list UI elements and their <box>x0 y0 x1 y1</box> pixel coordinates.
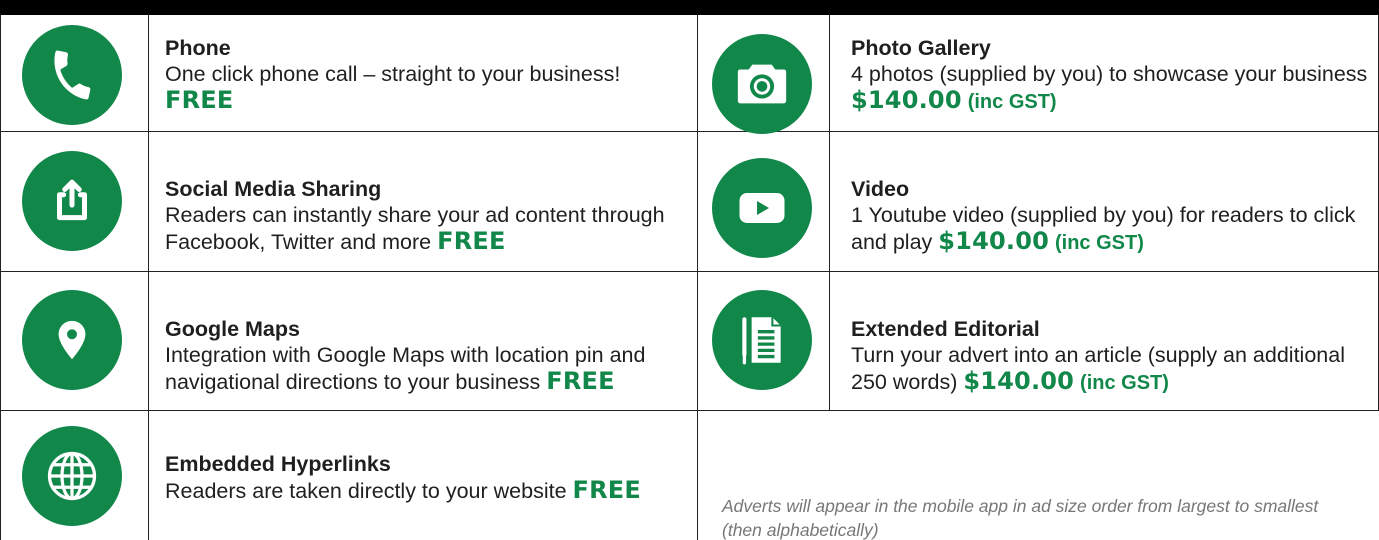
feature-title: Embedded Hyperlinks <box>165 452 391 476</box>
table-divider <box>0 131 1379 132</box>
camera-icon <box>712 34 812 134</box>
feature-price: $140.00 <box>851 86 962 114</box>
feature-embedded-hyperlinks: Embedded Hyperlinks Readers are taken di… <box>165 451 685 504</box>
feature-price-suffix: (inc GST) <box>967 91 1057 113</box>
phone-icon <box>22 25 122 125</box>
feature-phone: Phone One click phone call – straight to… <box>165 35 685 114</box>
table-border <box>0 15 1 540</box>
feature-description: Readers are taken directly to your websi… <box>165 479 567 503</box>
feature-description: One click phone call – straight to your … <box>165 62 621 86</box>
feature-extended-editorial: Extended Editorial Turn your advert into… <box>851 316 1371 396</box>
feature-price: $140.00 <box>938 227 1049 255</box>
feature-photo-gallery: Photo Gallery 4 photos (supplied by you)… <box>851 35 1371 115</box>
play-icon <box>712 158 812 258</box>
feature-title: Video <box>851 177 910 201</box>
feature-social-media-sharing: Social Media Sharing Readers can instant… <box>165 176 685 255</box>
globe-icon <box>22 426 122 526</box>
share-icon <box>22 151 122 251</box>
table-divider <box>0 271 1379 272</box>
feature-video: Video 1 Youtube video (supplied by you) … <box>851 176 1371 256</box>
feature-price-suffix: (inc GST) <box>1054 232 1144 254</box>
feature-title: Phone <box>165 36 231 60</box>
feature-title: Social Media Sharing <box>165 177 382 201</box>
features-table: Phone One click phone call – straight to… <box>0 15 1379 540</box>
feature-price: FREE <box>572 476 641 504</box>
feature-description: Readers can instantly share your ad cont… <box>165 203 665 254</box>
feature-google-maps: Google Maps Integration with Google Maps… <box>165 316 685 395</box>
table-divider <box>0 410 1379 411</box>
feature-price: FREE <box>546 367 615 395</box>
document-icon <box>712 290 812 390</box>
feature-price: FREE <box>437 227 506 255</box>
table-divider <box>829 15 830 411</box>
feature-title: Google Maps <box>165 317 300 341</box>
feature-price-suffix: (inc GST) <box>1080 372 1169 394</box>
feature-price: $140.00 <box>963 367 1075 395</box>
feature-title: Extended Editorial <box>851 317 1040 341</box>
feature-description: 4 photos (supplied by you) to showcase y… <box>851 62 1368 86</box>
table-divider <box>697 15 698 540</box>
feature-price: FREE <box>165 86 234 114</box>
feature-title: Photo Gallery <box>851 36 991 60</box>
table-divider <box>148 15 149 540</box>
location-pin-icon <box>22 290 122 390</box>
header-bar <box>0 0 1379 15</box>
